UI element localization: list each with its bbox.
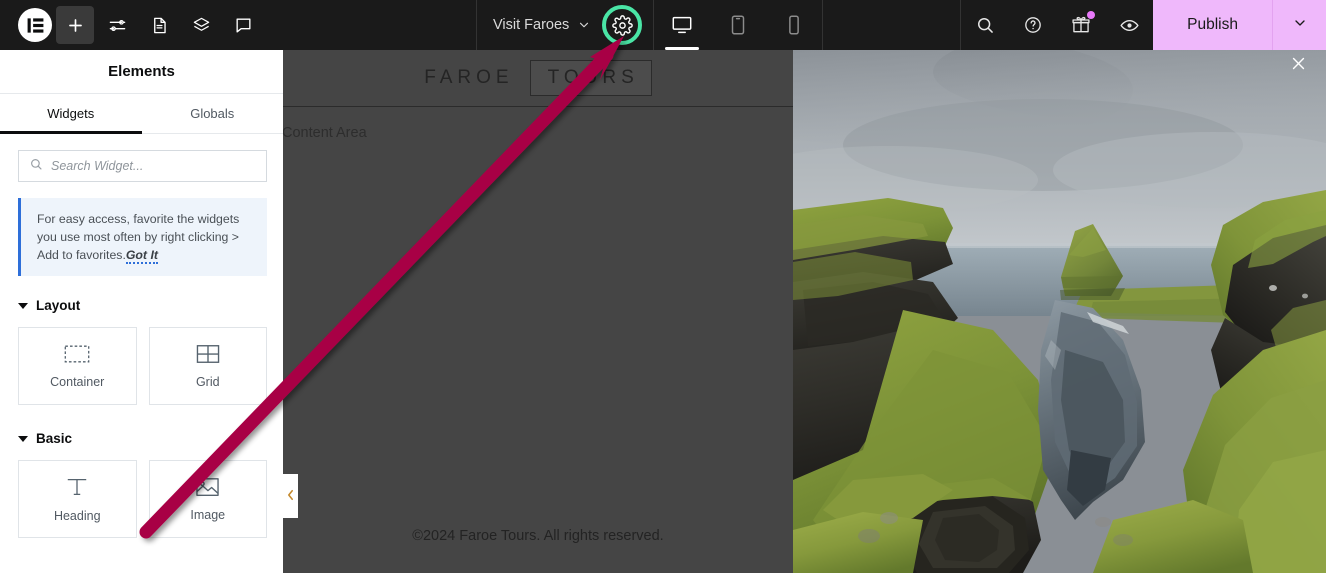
- panel-collapse-button[interactable]: [283, 474, 298, 518]
- plus-icon[interactable]: [56, 6, 94, 44]
- comment-icon[interactable]: [224, 6, 262, 44]
- search-input[interactable]: [51, 159, 256, 173]
- caret-down-icon: [18, 435, 28, 442]
- notification-badge: [1087, 11, 1096, 19]
- publish-options-button[interactable]: [1272, 0, 1326, 50]
- device-mode-switcher: [654, 0, 822, 50]
- widget-grid[interactable]: Grid: [148, 327, 267, 405]
- basic-widget-grid: Heading Image: [18, 460, 267, 538]
- tab-widgets[interactable]: Widgets: [0, 94, 142, 134]
- panel-tabs: Widgets Globals: [0, 94, 283, 134]
- image-icon: [195, 476, 220, 498]
- section-basic-header[interactable]: Basic: [18, 431, 267, 446]
- gear-icon: [612, 14, 633, 36]
- layout-widget-grid: Container Grid: [18, 327, 267, 405]
- heading-t-icon: [65, 475, 89, 499]
- chevron-down-icon: [577, 18, 591, 32]
- site-logo: FAROE TOURS: [424, 60, 652, 96]
- section-layout: Layout Container Grid: [0, 298, 283, 405]
- brand-text-boxed: TOURS: [529, 60, 652, 96]
- eye-icon[interactable]: [1105, 0, 1153, 50]
- close-icon[interactable]: [1285, 50, 1311, 76]
- widget-container[interactable]: Container: [18, 327, 137, 405]
- content-area-label: Content Area: [283, 125, 367, 141]
- widget-image[interactable]: Image: [148, 460, 267, 538]
- container-icon: [64, 343, 90, 365]
- toolbar-center-group: Visit Faroes: [476, 0, 824, 50]
- footer-copyright: ©2024 Faroe Tours. All rights reserved.: [412, 528, 664, 544]
- widget-container-label: Container: [50, 375, 105, 389]
- document-icon[interactable]: [140, 6, 178, 44]
- widget-heading[interactable]: Heading: [18, 460, 137, 538]
- elementor-logo-icon[interactable]: [18, 8, 52, 42]
- publish-button[interactable]: Publish: [1153, 0, 1272, 50]
- page-title: Elements: [0, 50, 283, 94]
- site-footer: ©2024 Faroe Tours. All rights reserved.: [283, 500, 793, 573]
- chevron-down-icon: [1292, 15, 1308, 36]
- toolbar-right-group: Publish: [960, 0, 1326, 50]
- layers-icon[interactable]: [182, 6, 220, 44]
- search-widget-wrap: [0, 134, 283, 182]
- favorites-notice: For easy access, favorite the widgets yo…: [18, 198, 267, 276]
- search-icon: [29, 157, 43, 176]
- section-layout-header[interactable]: Layout: [18, 298, 267, 313]
- page-settings-button[interactable]: [591, 0, 653, 50]
- site-title: Visit Faroes: [493, 17, 570, 33]
- caret-down-icon: [18, 302, 28, 309]
- editor-canvas[interactable]: FAROE TOURS Content Area ©2024 Faroe Tou…: [283, 50, 793, 573]
- landscape-illustration: [793, 50, 1326, 573]
- divider: [822, 0, 824, 50]
- faroe-landscape-photo: [793, 50, 1326, 573]
- desktop-icon: [672, 16, 692, 34]
- search-widget-box[interactable]: [18, 150, 267, 182]
- brand-text-primary: FAROE: [424, 67, 514, 88]
- site-header: FAROE TOURS: [283, 50, 793, 107]
- search-icon[interactable]: [961, 0, 1009, 50]
- content-area-placeholder: Content Area: [283, 107, 793, 141]
- elements-panel: Elements Widgets Globals For easy access…: [0, 50, 283, 573]
- toolbar-left-group: [0, 0, 262, 50]
- device-tablet-button[interactable]: [710, 0, 766, 50]
- widget-image-label: Image: [190, 508, 226, 522]
- chevron-left-icon: [286, 489, 295, 504]
- grid-icon: [196, 343, 220, 365]
- tablet-icon: [732, 15, 745, 35]
- section-basic: Basic Heading Image: [0, 431, 283, 538]
- got-it-link[interactable]: Got It: [125, 248, 158, 264]
- widget-heading-label: Heading: [53, 509, 101, 523]
- top-toolbar: Visit Faroes Publish: [0, 0, 1326, 50]
- section-basic-title: Basic: [36, 431, 73, 446]
- device-desktop-button[interactable]: [654, 0, 710, 50]
- section-layout-title: Layout: [36, 298, 81, 313]
- device-mobile-button[interactable]: [766, 0, 822, 50]
- tab-globals[interactable]: Globals: [142, 94, 284, 133]
- site-title-dropdown[interactable]: Visit Faroes: [477, 17, 591, 33]
- mobile-icon: [789, 15, 800, 35]
- question-circle-icon[interactable]: [1009, 0, 1057, 50]
- sliders-icon[interactable]: [98, 6, 136, 44]
- gift-icon[interactable]: [1057, 0, 1105, 50]
- widget-grid-label: Grid: [195, 375, 220, 389]
- elementor-editor: Visit Faroes Publish FAROE TOURS Content…: [0, 0, 1326, 573]
